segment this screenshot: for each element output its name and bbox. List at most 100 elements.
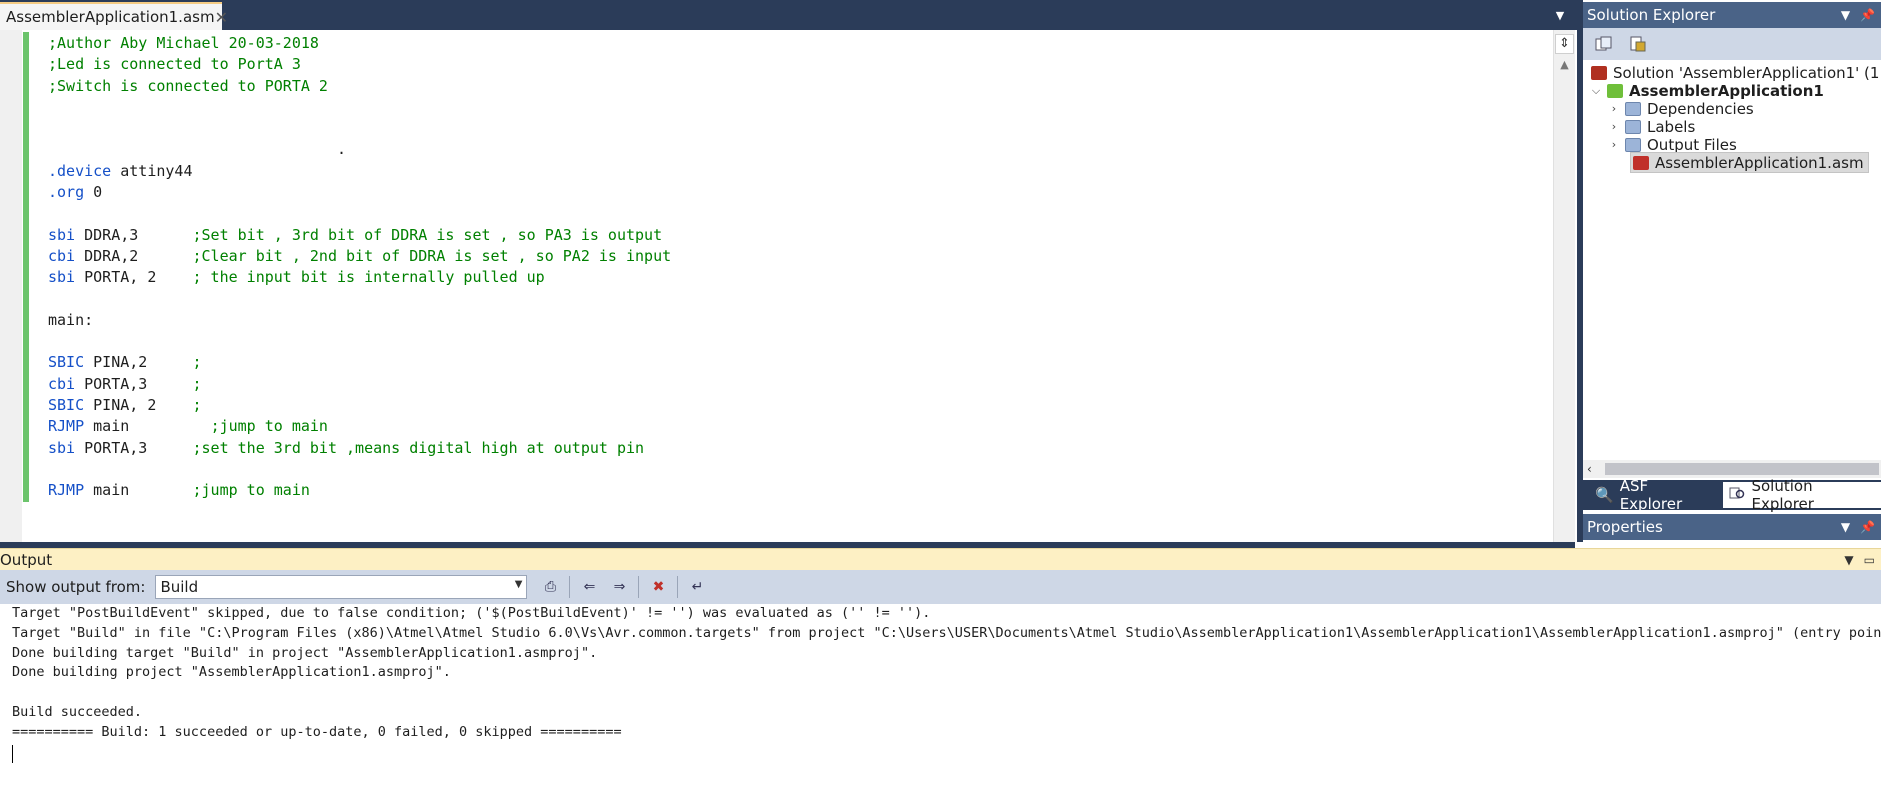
output-line: Target "PostBuildEvent" skipped, due to … [12,605,931,621]
maximize-icon[interactable]: ▭ [1864,553,1875,567]
output-line: ========== Build: 1 succeeded or up-to-d… [12,723,622,740]
asm-file-icon [1633,155,1649,170]
code-token: ;Switch is connected to PORTA 2 [48,76,328,95]
code-token: ;jump to main [210,417,328,436]
code-line[interactable]: SBIC PINA, 2 ; [48,395,1548,416]
tab-label: ASF Explorer [1619,477,1683,513]
editor-vertical-scrollbar[interactable] [1553,30,1575,542]
code-token: RJMP [48,481,85,500]
code-line[interactable]: . [48,139,1548,160]
tree-item-label: Solution 'AssemblerApplication1' (1 proj [1613,63,1881,82]
split-window-icon[interactable]: ⇕ [1555,34,1574,54]
code-token: .device [48,161,112,180]
editor-gutter [0,30,22,542]
output-line: Done building project "AssemblerApplicat… [12,664,451,681]
toolbar-separator [677,576,679,598]
code-line[interactable] [48,459,1548,480]
properties-header: Properties ▼ 📌 [1583,514,1881,540]
code-line[interactable]: sbi PORTA, 2 ; the input bit is internal… [48,267,1548,288]
collapsed-arrow-icon[interactable]: › [1607,102,1621,115]
code-token: 0 [84,183,103,202]
output-source-select[interactable]: Build ▼ [155,575,528,599]
code-line[interactable] [48,289,1548,310]
code-token: sbi [48,268,76,287]
clear-all-icon[interactable]: ✖ [647,576,669,598]
code-line[interactable]: cbi PORTA,3 ; [48,374,1548,395]
collapsed-arrow-icon[interactable]: › [1607,138,1621,151]
code-token: ;Clear bit , 2nd bit of DDRA is set , so… [192,246,672,265]
word-wrap-icon[interactable]: ↵ [686,576,708,598]
solution-explorer-horizontal-scrollbar[interactable]: ‹ [1583,460,1881,478]
code-line[interactable] [48,203,1548,224]
toolbar-separator [569,576,571,598]
code-line[interactable]: ;Switch is connected to PORTA 2 [48,76,1548,97]
show-all-files-icon[interactable] [1627,33,1649,55]
code-line[interactable] [48,118,1548,139]
output-header: Output ▼ ▭ [0,548,1881,570]
code-line[interactable] [48,331,1548,352]
code-text[interactable]: ;Author Aby Michael 20-03-2018 ;Led is co… [48,33,1548,502]
code-token: attiny44 [111,161,193,180]
chevron-down-icon[interactable]: ▼ [1844,553,1853,567]
find-message-icon[interactable]: ⎙ [539,576,561,598]
solution-explorer-header: Solution Explorer ▼ 📌 [1583,2,1881,28]
code-editor[interactable]: ;Author Aby Michael 20-03-2018 ;Led is co… [0,30,1575,542]
chevron-down-icon[interactable]: ▼ [1841,520,1850,534]
code-line[interactable]: SBIC PINA,2 ; [48,352,1548,373]
scroll-up-icon[interactable]: ▲ [1555,58,1574,74]
editor-tab-asm[interactable]: AssemblerApplication1.asm ✕ [0,2,228,30]
code-line[interactable]: ;Author Aby Michael 20-03-2018 [48,33,1548,54]
code-token: PORTA,3 [75,374,193,393]
scroll-left-icon[interactable]: ‹ [1587,460,1592,478]
chevron-down-icon[interactable]: ▼ [1841,8,1850,22]
tree-item-asm-file[interactable]: AssemblerApplication1.asm [1630,152,1869,173]
code-token: main [84,481,193,500]
output-line: Done building target "Build" in project … [12,644,598,661]
previous-message-icon[interactable]: ⇐ [578,576,600,598]
code-line[interactable]: sbi PORTA,3 ;set the 3rd bit ,means digi… [48,438,1548,459]
tree-item-label: AssemblerApplication1 [1629,81,1824,100]
folder-icon [1625,119,1641,134]
tab-solution-explorer[interactable]: Solution Explorer [1723,477,1881,513]
code-line[interactable]: .device attiny44 [48,161,1548,182]
code-token: PORTA,3 [75,438,193,457]
properties-title: Properties [1587,518,1663,536]
code-token: sbi [48,438,76,457]
tab-asf-explorer[interactable]: 🔍 ASF Explorer [1589,477,1717,513]
code-token: ;Author Aby Michael 20-03-2018 [48,34,319,52]
scrollbar-thumb[interactable] [1605,463,1879,475]
pin-icon[interactable]: 📌 [1860,520,1875,534]
code-token: main: [48,310,94,329]
code-token: SBIC [48,353,85,372]
code-token: .org [48,183,85,202]
code-line[interactable]: RJMP main ;jump to main [48,416,1548,437]
code-token: sbi [48,225,76,244]
tab-dropdown-icon[interactable]: ▼ [1552,8,1568,24]
close-icon[interactable]: ✕ [215,8,228,27]
code-token: SBIC [48,396,85,415]
code-line[interactable]: sbi DDRA,3 ;Set bit , 3rd bit of DDRA is… [48,225,1548,246]
code-line[interactable] [48,97,1548,118]
code-token: cbi [48,374,76,393]
expanded-arrow-icon[interactable]: ⌵ [1589,84,1603,98]
solution-tree: Solution 'AssemblerApplication1' (1 proj… [1583,62,1881,462]
chevron-down-icon: ▼ [514,579,523,590]
show-output-label: Show output from: [6,578,146,596]
code-line[interactable]: ;Led is connected to PortA 3 [48,54,1548,75]
solution-explorer-title: Solution Explorer [1587,6,1716,24]
code-line[interactable]: RJMP main ;jump to main [48,480,1548,501]
properties-icon[interactable] [1593,33,1615,55]
code-line[interactable]: main: [48,310,1548,331]
code-token: main [84,417,211,436]
code-token: PORTA, 2 [75,268,193,287]
next-message-icon[interactable]: ⇒ [608,576,630,598]
code-token: ;Led is connected to PortA 3 [48,55,301,74]
pin-icon[interactable]: 📌 [1860,8,1875,22]
code-line[interactable]: cbi DDRA,2 ;Clear bit , 2nd bit of DDRA … [48,246,1548,267]
code-token: . [48,140,347,159]
code-line[interactable]: .org 0 [48,182,1548,203]
output-title: Output [0,550,53,569]
collapsed-arrow-icon[interactable]: › [1607,120,1621,133]
output-text-area[interactable]: Target "PostBuildEvent" skipped, due to … [0,604,1881,792]
